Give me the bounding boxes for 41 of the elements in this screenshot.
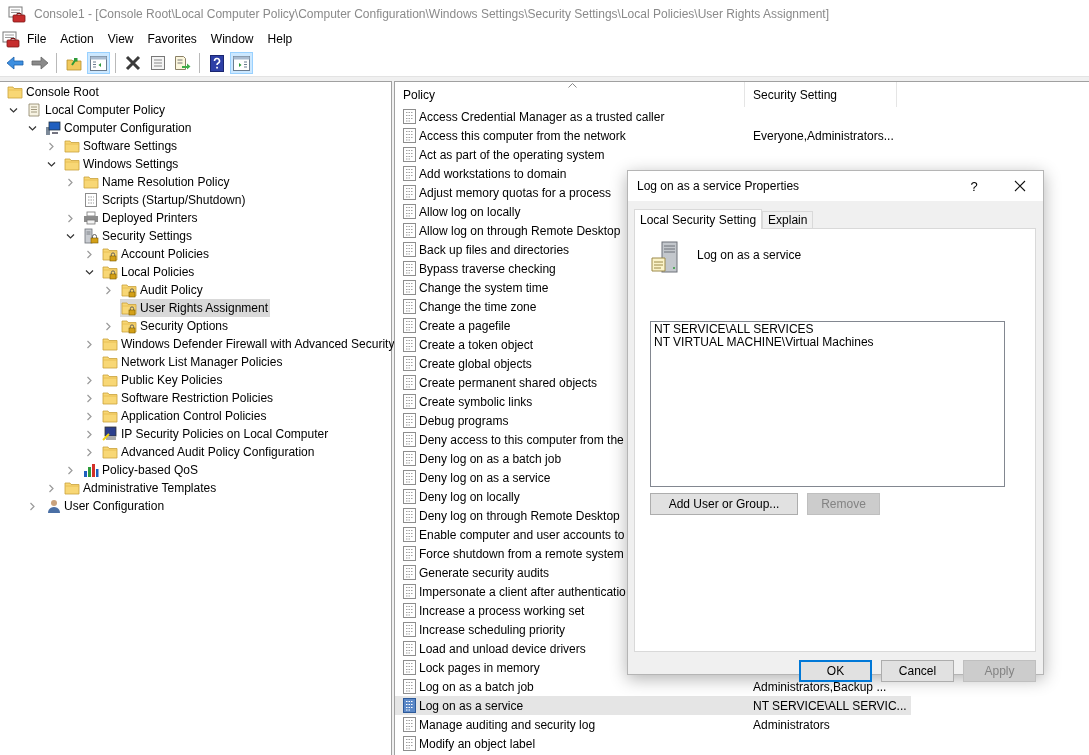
policy-name: Deny access to this computer from the: [419, 432, 624, 447]
policy-name: Increase a process working set: [419, 603, 585, 618]
policy-name: Deny log on as a batch job: [419, 451, 562, 466]
policy-name: Deny log on locally: [419, 489, 520, 504]
policy-name: Log on as a service: [419, 698, 524, 713]
policy-name: Change the time zone: [419, 299, 537, 314]
policy-name: Manage auditing and security log: [419, 717, 596, 732]
policy-name: Create a pagefile: [419, 318, 511, 333]
policy-name: Debug programs: [419, 413, 509, 428]
policy-name: Increase scheduling priority: [419, 622, 566, 637]
policy-name: Impersonate a client after authenticatio: [419, 584, 626, 599]
policy-name: Bypass traverse checking: [419, 261, 556, 276]
policy-heading: Log on as a service: [697, 247, 802, 264]
policy-name: Deny log on as a service: [419, 470, 551, 485]
policy-name: Force shutdown from a remote system: [419, 546, 624, 561]
security-setting: Everyone,Administrators...: [753, 128, 894, 143]
dialog-title: Log on as a service Properties: [637, 179, 801, 193]
policy-name: Modify an object label: [419, 736, 536, 751]
policy-name: Change the system time: [419, 280, 549, 295]
security-setting: NT SERVICE\ALL SERVIC...: [753, 698, 907, 713]
policy-name: Allow log on through Remote Desktop: [419, 223, 621, 238]
policy-name: Load and unload device drivers: [419, 641, 586, 656]
policy-name: Adjust memory quotas for a process: [419, 185, 612, 200]
policy-name: Deny log on through Remote Desktop: [419, 508, 620, 523]
policy-name: Back up files and directories: [419, 242, 570, 257]
policy-name: Create symbolic links: [419, 394, 533, 409]
policy-name: Lock pages in memory: [419, 660, 540, 675]
policy-name: Enable computer and user accounts to: [419, 527, 625, 542]
policy-name: Create a token object: [419, 337, 534, 352]
window-title: Console1 - [Console Root\Local Computer Policy\Computer Configuration\Windows Settings\Security Settings\Local Policies\User Rights Assignment]: [34, 7, 830, 21]
policy-name: Create permanent shared objects: [419, 375, 598, 390]
policy-name: Add workstations to domain: [419, 166, 567, 181]
policy-name: Create global objects: [419, 356, 532, 371]
policy-name: Access Credential Manager as a trusted caller: [419, 109, 665, 124]
security-setting: Administrators: [753, 717, 830, 732]
policy-name: Allow log on locally: [419, 204, 521, 219]
policy-name: Log on as a batch job: [419, 679, 534, 694]
security-setting: Administrators,Backup ...: [753, 679, 887, 694]
policy-name: Access this computer from the network: [419, 128, 626, 143]
policy-name: Act as part of the operating system: [419, 147, 605, 162]
policy-name: Generate security audits: [419, 565, 550, 580]
